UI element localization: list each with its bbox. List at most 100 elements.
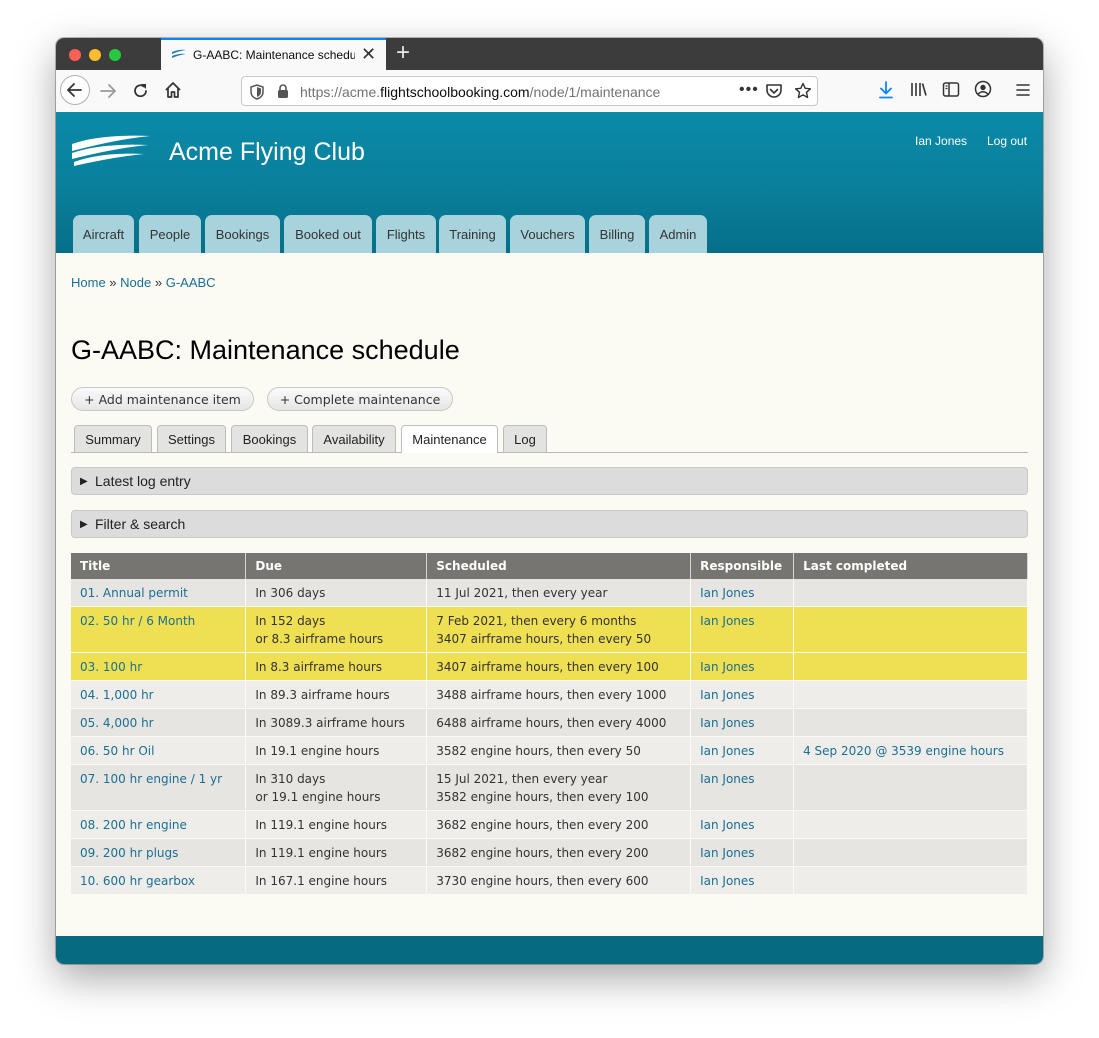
cell-due: In 89.3 airframe hours — [245, 680, 428, 709]
pocket-icon[interactable] — [765, 83, 783, 100]
column-header-scheduled[interactable]: Scheduled — [426, 553, 692, 579]
cell-title-text[interactable]: 07. 100 hr engine / 1 yr — [80, 772, 222, 786]
lock-icon[interactable] — [277, 84, 289, 99]
menu-icon[interactable] — [1015, 82, 1031, 98]
cell-title-text[interactable]: 06. 50 hr Oil — [80, 744, 154, 758]
cell-title-text[interactable]: 04. 1,000 hr — [80, 688, 154, 702]
nav-tab-bookings[interactable]: Bookings — [205, 215, 280, 253]
nav-tab-aircraft[interactable]: Aircraft — [73, 215, 134, 253]
column-header-title[interactable]: Title — [71, 553, 247, 579]
window-minimize-button[interactable] — [89, 49, 101, 61]
column-header-responsible[interactable]: Responsible — [690, 553, 795, 579]
nav-tab-billing[interactable]: Billing — [589, 215, 645, 253]
cell-responsible-text[interactable]: Ian Jones — [700, 586, 754, 600]
cell-responsible: Ian Jones — [690, 866, 795, 895]
maintenance-table-body: 01. Annual permit In 306 days 11 Jul 2021,… — [71, 579, 1028, 895]
cell-due: In 152 days or 8.3 airframe hours — [245, 606, 428, 653]
table-row: 09. 200 hr plugs In 119.1 engine hours 368… — [71, 838, 1028, 867]
star-icon[interactable] — [794, 82, 812, 100]
nav-tab-training[interactable]: Training — [439, 215, 506, 253]
account-icon[interactable] — [974, 80, 992, 98]
filter-search-toggle[interactable]: ▶ Filter & search — [71, 510, 1028, 538]
add-maintenance-item-button[interactable]: + Add maintenance item — [71, 387, 254, 411]
column-header-last-completed[interactable]: Last completed — [793, 553, 1028, 579]
cell-responsible-text[interactable]: Ian Jones — [700, 874, 754, 888]
cell-last-completed — [793, 606, 1028, 653]
cell-last-completed-text[interactable]: 4 Sep 2020 @ 3539 engine hours — [803, 744, 1004, 758]
forward-arrow-icon[interactable] — [97, 81, 119, 101]
cell-responsible-text[interactable]: Ian Jones — [700, 660, 754, 674]
breadcrumb-current[interactable]: G-AABC — [166, 275, 216, 290]
cell-title-text[interactable]: 09. 200 hr plugs — [80, 846, 178, 860]
cell-due: In 310 days or 19.1 engine hours — [245, 764, 428, 811]
cell-due: In 306 days — [245, 579, 428, 607]
new-tab-icon[interactable]: + — [396, 40, 410, 66]
cell-scheduled: 3682 engine hours, then every 200 — [426, 810, 692, 839]
back-button[interactable] — [60, 75, 90, 105]
cell-last-completed — [793, 680, 1028, 709]
nav-tab-people[interactable]: People — [139, 215, 201, 253]
cell-responsible-text[interactable]: Ian Jones — [700, 818, 754, 832]
cell-title-text[interactable]: 10. 600 hr gearbox — [80, 874, 195, 888]
back-arrow-icon — [67, 83, 82, 97]
cell-title-text[interactable]: 02. 50 hr / 6 Month — [80, 614, 195, 628]
cell-title-text[interactable]: 03. 100 hr — [80, 660, 142, 674]
tab-maintenance[interactable]: Maintenance — [401, 425, 498, 453]
nav-tab-booked-out[interactable]: Booked out — [284, 215, 372, 253]
cell-title-text[interactable]: 05. 4,000 hr — [80, 716, 154, 730]
complete-maintenance-button[interactable]: + Complete maintenance — [267, 387, 453, 411]
cell-title-text[interactable]: 01. Annual permit — [80, 586, 188, 600]
nav-tab-flights[interactable]: Flights — [376, 215, 436, 253]
cell-title-text[interactable]: 08. 200 hr engine — [80, 818, 187, 832]
cell-responsible-text[interactable]: Ian Jones — [700, 744, 754, 758]
tab-bookings[interactable]: Bookings — [231, 425, 308, 452]
home-icon[interactable] — [163, 80, 183, 100]
tab-availability[interactable]: Availability — [312, 425, 396, 452]
cell-responsible-text[interactable]: Ian Jones — [700, 716, 754, 730]
breadcrumb-home[interactable]: Home — [71, 275, 106, 290]
window-zoom-button[interactable] — [109, 49, 121, 61]
cell-last-completed — [793, 810, 1028, 839]
cell-responsible: Ian Jones — [690, 810, 795, 839]
cell-responsible: Ian Jones — [690, 838, 795, 867]
library-icon[interactable] — [910, 81, 928, 98]
tab-summary[interactable]: Summary — [74, 425, 152, 452]
cell-responsible-text[interactable]: Ian Jones — [700, 772, 754, 786]
reload-icon[interactable] — [131, 81, 151, 101]
download-icon[interactable] — [878, 80, 894, 100]
cell-responsible-text[interactable]: Ian Jones — [700, 846, 754, 860]
tab-log[interactable]: Log — [503, 425, 547, 452]
cell-scheduled-text: 3488 airframe hours, then every 1000 — [436, 688, 667, 702]
table-row: 05. 4,000 hr In 3089.3 airframe hours 6488… — [71, 708, 1028, 737]
user-name-link[interactable]: Ian Jones — [915, 134, 967, 148]
cell-responsible-text[interactable]: Ian Jones — [700, 614, 754, 628]
nav-tab-vouchers[interactable]: Vouchers — [510, 215, 585, 253]
cell-last-completed — [793, 838, 1028, 867]
url-bar[interactable]: https://acme.flightschoolbooking.com/nod… — [241, 76, 818, 106]
url-domain: flightschoolbooking.com — [380, 84, 530, 100]
sidebar-icon[interactable] — [942, 81, 960, 98]
nav-tab-admin[interactable]: Admin — [649, 215, 707, 253]
cell-due-text: In 306 days — [255, 586, 326, 600]
latest-log-entry-toggle[interactable]: ▶ Latest log entry — [71, 467, 1028, 495]
cell-last-completed — [793, 708, 1028, 737]
breadcrumb-node[interactable]: Node — [120, 275, 151, 290]
url-text[interactable]: https://acme.flightschoolbooking.com/nod… — [300, 84, 660, 100]
window-close-button[interactable] — [69, 49, 81, 61]
table-header-row: Title Due Scheduled Responsible Last com… — [71, 553, 1028, 579]
tab-close-icon[interactable]: ✕ — [361, 44, 376, 64]
logout-link[interactable]: Log out — [987, 134, 1027, 148]
column-header-due[interactable]: Due — [245, 553, 428, 579]
cell-responsible-text[interactable]: Ian Jones — [700, 688, 754, 702]
site-footer — [56, 936, 1043, 964]
cell-due-text: In 119.1 engine hours — [255, 818, 387, 832]
site-name[interactable]: Acme Flying Club — [169, 138, 365, 167]
browser-tab-active[interactable]: G-AABC: Maintenance schedule ✕ — [161, 38, 386, 71]
tab-settings[interactable]: Settings — [157, 425, 226, 452]
page-title: G-AABC: Maintenance schedule — [71, 335, 460, 365]
cell-scheduled-text: 3682 engine hours, then every 200 — [436, 818, 649, 832]
more-icon[interactable]: ••• — [739, 81, 759, 99]
shield-icon[interactable] — [250, 84, 264, 100]
cell-responsible: Ian Jones — [690, 652, 795, 681]
club-logo-icon[interactable] — [70, 132, 152, 166]
